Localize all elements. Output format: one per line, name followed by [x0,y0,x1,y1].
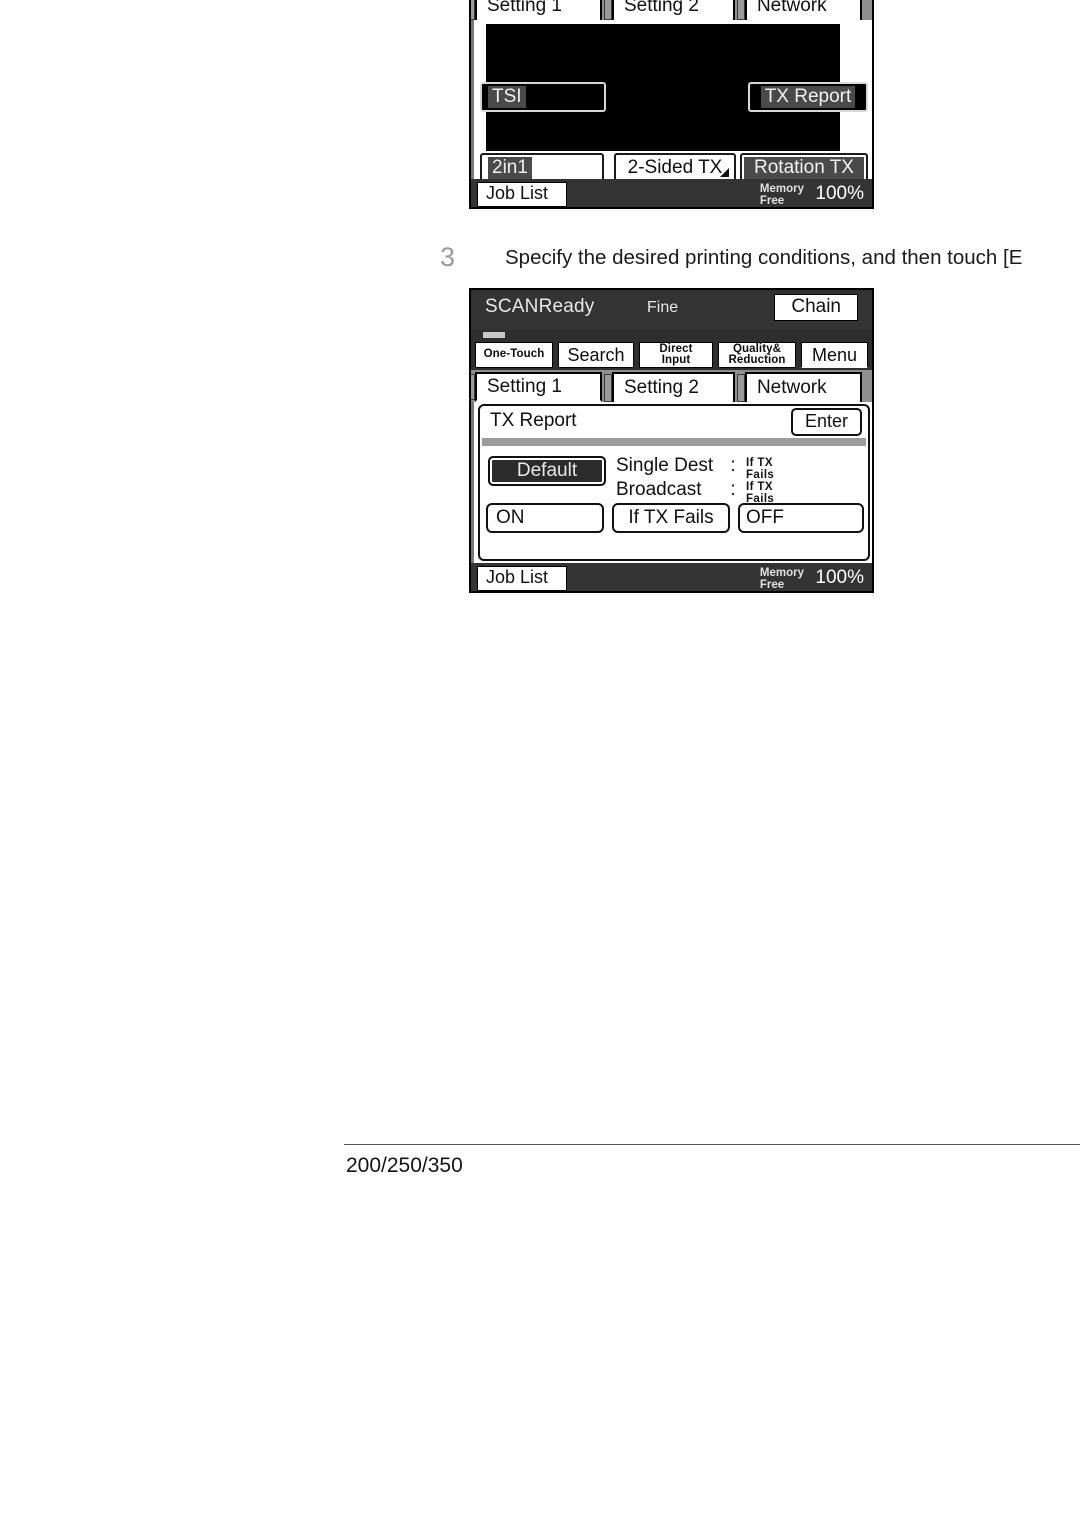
panel2-tab-network-label: Network [756,377,827,398]
key-one-touch-label: One-Touch [483,348,545,361]
tx-report-button-label: TX Report [760,86,856,108]
panel2-memory-free-label: Memory Free [760,567,804,591]
panel2-tab-network[interactable]: Network [736,372,862,402]
default-button-label: Default [516,460,578,481]
chain-button[interactable]: Chain [774,294,858,321]
panel1-tab-setting-2[interactable]: Setting 2 [603,0,735,20]
panel1-tab-setting-2-label: Setting 2 [623,0,699,16]
step-instruction: Specify the desired printing conditions,… [505,246,1023,269]
chain-button-label: Chain [791,296,841,317]
panel2-job-list-button[interactable]: Job List [477,566,568,591]
option-on-button[interactable]: ON [486,503,604,533]
panel1-tab-strip: Setting 1 Setting 2 Network [471,0,872,20]
panel1-tab-setting-1-label: Setting 1 [487,0,562,16]
panel1-tab-network[interactable]: Network [736,0,862,20]
tx-report-settings-frame: TX Report Enter Default Single Dest : If… [478,404,870,561]
tx-report-value-list: Single Dest : If TX Fails Broadcast : If… [616,455,774,505]
single-dest-value: If TX Fails [746,456,774,481]
panel2-tab-setting-2[interactable]: Setting 2 [603,372,735,402]
single-dest-value-line-1: If TX [746,457,773,469]
panel1-memory-line-1: Memory [759,183,804,195]
rotation-tx-button-label: Rotation TX [754,157,854,178]
option-off-button[interactable]: OFF [738,503,864,533]
broadcast-value-line-1: If TX [746,481,773,493]
panel2-memory-line-1: Memory [759,567,804,579]
panel1-memory-line-2: Free [759,195,785,208]
panel1-job-list-label: Job List [486,183,549,203]
key-direct-input[interactable]: Direct Input [639,342,713,368]
tx-report-row-broadcast: Broadcast : If TX Fails [616,479,774,505]
option-on-label: ON [496,507,525,528]
panel2-memory-line-2: Free [759,579,785,592]
key-one-touch[interactable]: One-Touch [475,342,553,368]
enter-button[interactable]: Enter [790,408,862,436]
key-search-label: Search [567,345,625,365]
section-divider [482,438,866,446]
tx-report-row-single-dest: Single Dest : If TX Fails [616,455,774,481]
footer-rule [344,1144,1080,1145]
fax-lcd-panel-tx-report: SCANReady Fine Chain One-Touch Search Di… [469,288,874,593]
panel1-memory-free-label: Memory Free [760,183,804,207]
broadcast-label: Broadcast [616,479,702,500]
tx-report-option-row: ON If TX Fails OFF [486,503,864,533]
panel2-tab-setting-2-label: Setting 2 [623,377,699,398]
panel2-resolution-text: Fine [647,299,679,316]
key-quality-reduction[interactable]: Quality& Reduction [718,342,796,368]
panel2-work-area: TX Report Enter Default Single Dest : If… [471,402,872,563]
single-dest-label: Single Dest [616,455,714,476]
panel2-tab-strip: Setting 1 Setting 2 Network [471,370,872,402]
step-number: 3 [440,242,456,272]
enter-button-label: Enter [804,411,848,431]
key-direct-input-line-2: Input [661,354,691,366]
option-if-tx-fails-button[interactable]: If TX Fails [612,503,730,533]
2in1-button-label: 2in1 [488,157,532,179]
option-if-tx-fails-label: If TX Fails [628,507,714,528]
footer-model-label: 200/250/350 [346,1154,463,1177]
panel1-memory-value: 100% [815,183,864,204]
broadcast-colon: : [730,479,736,500]
status-dash-indicator [483,332,505,338]
option-off-label: OFF [746,507,784,528]
key-search[interactable]: Search [558,342,634,368]
panel2-status-text: SCANReady [485,296,595,317]
panel2-tab-setting-1-label: Setting 1 [487,376,562,397]
tx-report-title: TX Report [490,410,577,431]
panel1-tab-setting-1[interactable]: Setting 1 [471,0,602,20]
panel1-bottom-bar: Job List Memory Free 100% [471,179,872,207]
panel2-memory-value: 100% [815,567,864,588]
key-menu[interactable]: Menu [801,342,868,368]
panel2-header-bar: SCANReady Fine Chain [471,290,872,330]
fax-lcd-panel-setting1: Setting 1 Setting 2 Network TSI TX Repor… [469,0,874,209]
single-dest-colon: : [730,455,736,476]
tx-report-button[interactable]: TX Report [748,82,868,112]
2-sided-tx-button-label: 2-Sided TX [627,157,723,178]
panel2-bottom-bar: Job List Memory Free 100% [471,563,872,591]
panel2-mode-key-row: One-Touch Search Direct Input Quality& R… [471,342,872,368]
panel2-job-list-label: Job List [486,567,549,587]
panel1-job-list-button[interactable]: Job List [477,182,568,207]
dropdown-corner-icon [720,168,729,177]
panel2-tab-setting-1[interactable]: Setting 1 [471,372,602,402]
tsi-button-label: TSI [488,86,526,108]
key-menu-label: Menu [811,345,858,365]
panel1-work-area: TSI TX Report 2in1 2-Sided TX Rotation T… [471,20,872,183]
panel1-tab-network-label: Network [756,0,827,16]
tsi-button[interactable]: TSI [480,82,606,112]
key-quality-reduction-line-2: Reduction [728,354,786,366]
default-button[interactable]: Default [488,456,606,486]
broadcast-value: If TX Fails [746,480,774,505]
